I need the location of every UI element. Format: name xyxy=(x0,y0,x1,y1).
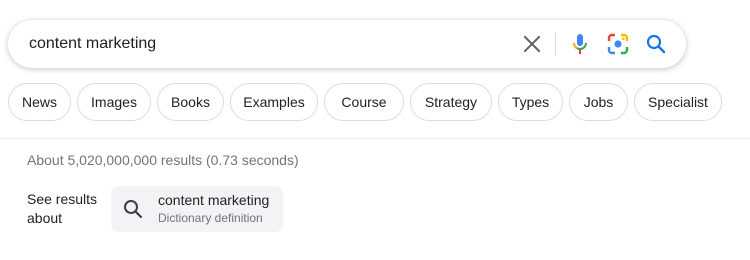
chip-course[interactable]: Course xyxy=(324,83,404,121)
chip-label: Types xyxy=(511,94,550,110)
chip-label: Images xyxy=(91,94,137,110)
chip-examples[interactable]: Examples xyxy=(230,83,318,121)
chip-specialist[interactable]: Specialist xyxy=(634,83,722,121)
chip-label: News xyxy=(21,94,57,110)
search-icon xyxy=(122,198,144,220)
chip-jobs[interactable]: Jobs xyxy=(569,83,628,121)
chip-label: Strategy xyxy=(424,94,478,110)
chip-label: Books xyxy=(171,94,210,110)
search-input[interactable]: content marketing xyxy=(29,35,156,53)
chip-label: Jobs xyxy=(583,94,614,110)
search-bar-divider xyxy=(555,32,556,56)
header-divider xyxy=(0,138,750,139)
chip-images[interactable]: Images xyxy=(77,83,151,121)
chip-label: Course xyxy=(341,94,387,110)
chip-strategy[interactable]: Strategy xyxy=(410,83,492,121)
google-lens-icon[interactable] xyxy=(606,32,630,56)
search-bar[interactable]: content marketing xyxy=(8,20,686,68)
dictionary-card-subtitle: Dictionary definition xyxy=(158,211,263,225)
microphone-icon[interactable] xyxy=(568,32,592,56)
chip-label: Examples xyxy=(243,94,305,110)
chip-news[interactable]: News xyxy=(8,83,71,121)
search-icon[interactable] xyxy=(644,32,668,56)
chip-label: Specialist xyxy=(648,94,708,110)
chip-books[interactable]: Books xyxy=(157,83,224,121)
dictionary-card-title: content marketing xyxy=(158,192,270,208)
result-stats: About 5,020,000,000 results (0.73 second… xyxy=(27,152,299,168)
see-results-about-label: See results about xyxy=(27,191,98,226)
chip-types[interactable]: Types xyxy=(498,83,563,121)
close-icon[interactable] xyxy=(520,32,544,56)
dictionary-definition-card[interactable]: content marketing Dictionary definition xyxy=(111,186,283,232)
